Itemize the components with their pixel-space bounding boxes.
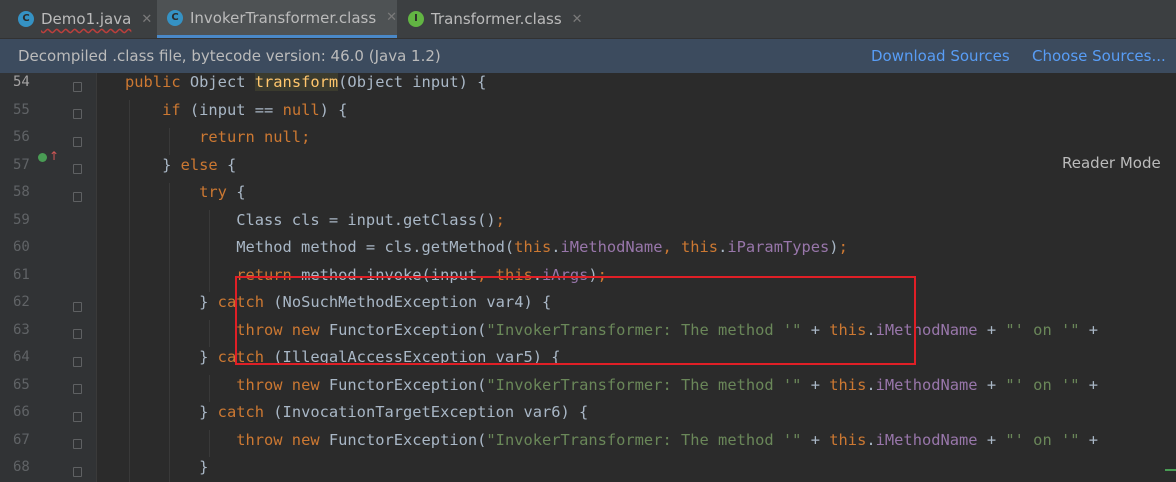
line-number: 59 bbox=[13, 211, 30, 228]
line-number: 58 bbox=[13, 184, 30, 200]
tab-label: Transformer.class bbox=[431, 10, 562, 28]
line-number: 66 bbox=[13, 404, 30, 420]
line-number: 54 bbox=[13, 74, 30, 90]
change-marker bbox=[1165, 469, 1176, 471]
code-line[interactable]: 68 } bbox=[0, 454, 1176, 482]
code-line[interactable]: 56 return null; bbox=[0, 124, 1176, 152]
overrides-arrow-icon[interactable]: ↑ bbox=[49, 149, 59, 163]
implementation-marker-icon[interactable] bbox=[38, 153, 47, 162]
code-line[interactable]: 55 if (input == null) { bbox=[0, 97, 1176, 125]
code-line[interactable]: 65 throw new FunctorException("InvokerTr… bbox=[0, 372, 1176, 400]
code-text: Class cls = input.getClass(); bbox=[125, 210, 505, 229]
line-number: 57 bbox=[13, 156, 30, 173]
code-text: throw new FunctorException("InvokerTrans… bbox=[236, 430, 1099, 449]
close-icon[interactable]: ✕ bbox=[386, 10, 397, 25]
code-line[interactable]: 59 Class cls = input.getClass(); bbox=[0, 207, 1176, 235]
tab-transformer-class[interactable]: I Transformer.class ✕ bbox=[398, 0, 583, 38]
line-number: 61 bbox=[13, 266, 30, 283]
tab-invokertransformer-class[interactable]: C InvokerTransformer.class ✕ bbox=[157, 0, 397, 38]
download-sources-link[interactable]: Download Sources bbox=[871, 47, 1010, 65]
tab-demo1-java[interactable]: C Demo1.java ✕ bbox=[8, 0, 156, 38]
editor-tab-bar: C Demo1.java ✕ C InvokerTransformer.clas… bbox=[0, 0, 1176, 39]
code-text: public Object transform(Object input) { bbox=[125, 73, 487, 91]
line-number: 65 bbox=[13, 376, 30, 393]
highlight-annotation-box bbox=[235, 276, 916, 365]
line-number: 63 bbox=[13, 321, 30, 338]
class-file-icon: C bbox=[167, 9, 183, 26]
code-line[interactable]: 67 throw new FunctorException("InvokerTr… bbox=[0, 427, 1176, 455]
code-line[interactable]: 54 public Object transform(Object input)… bbox=[0, 69, 1176, 97]
tab-label: Demo1.java bbox=[41, 10, 132, 28]
code-line[interactable]: 58 try { bbox=[0, 179, 1176, 207]
code-text: } catch (InvocationTargetException var6)… bbox=[125, 403, 589, 421]
line-number: 60 bbox=[13, 239, 30, 255]
code-editor[interactable]: 54 public Object transform(Object input)… bbox=[0, 73, 1176, 482]
line-number: 67 bbox=[13, 431, 30, 448]
code-line[interactable]: 66 } catch (InvocationTargetException va… bbox=[0, 399, 1176, 427]
java-class-icon: C bbox=[18, 11, 34, 27]
close-icon[interactable]: ✕ bbox=[141, 12, 152, 27]
code-text: } bbox=[125, 458, 209, 476]
line-number: 56 bbox=[13, 129, 30, 145]
code-line[interactable]: 60 Method method = cls.getMethod(this.iM… bbox=[0, 234, 1176, 262]
line-number: 68 bbox=[13, 459, 30, 475]
code-text: Method method = cls.getMethod(this.iMeth… bbox=[125, 238, 848, 256]
code-line[interactable]: 57 } else { bbox=[0, 152, 1176, 180]
code-text: throw new FunctorException("InvokerTrans… bbox=[236, 375, 1099, 394]
reader-mode-button[interactable]: Reader Mode bbox=[1062, 154, 1161, 172]
tab-label: InvokerTransformer.class bbox=[190, 8, 377, 27]
line-number: 55 bbox=[13, 101, 30, 118]
code-text: return null; bbox=[199, 128, 311, 146]
interface-icon: I bbox=[408, 11, 424, 27]
decompiled-message: Decompiled .class file, bytecode version… bbox=[18, 47, 441, 65]
code-text: if (input == null) { bbox=[162, 100, 348, 119]
code-text: } else { bbox=[125, 155, 237, 174]
decompiled-notice-bar: Decompiled .class file, bytecode version… bbox=[0, 39, 1176, 73]
choose-sources-link[interactable]: Choose Sources... bbox=[1032, 47, 1166, 65]
close-icon[interactable]: ✕ bbox=[572, 12, 583, 27]
line-number: 62 bbox=[13, 294, 30, 310]
code-text: try { bbox=[199, 183, 246, 201]
line-number: 64 bbox=[13, 349, 30, 365]
